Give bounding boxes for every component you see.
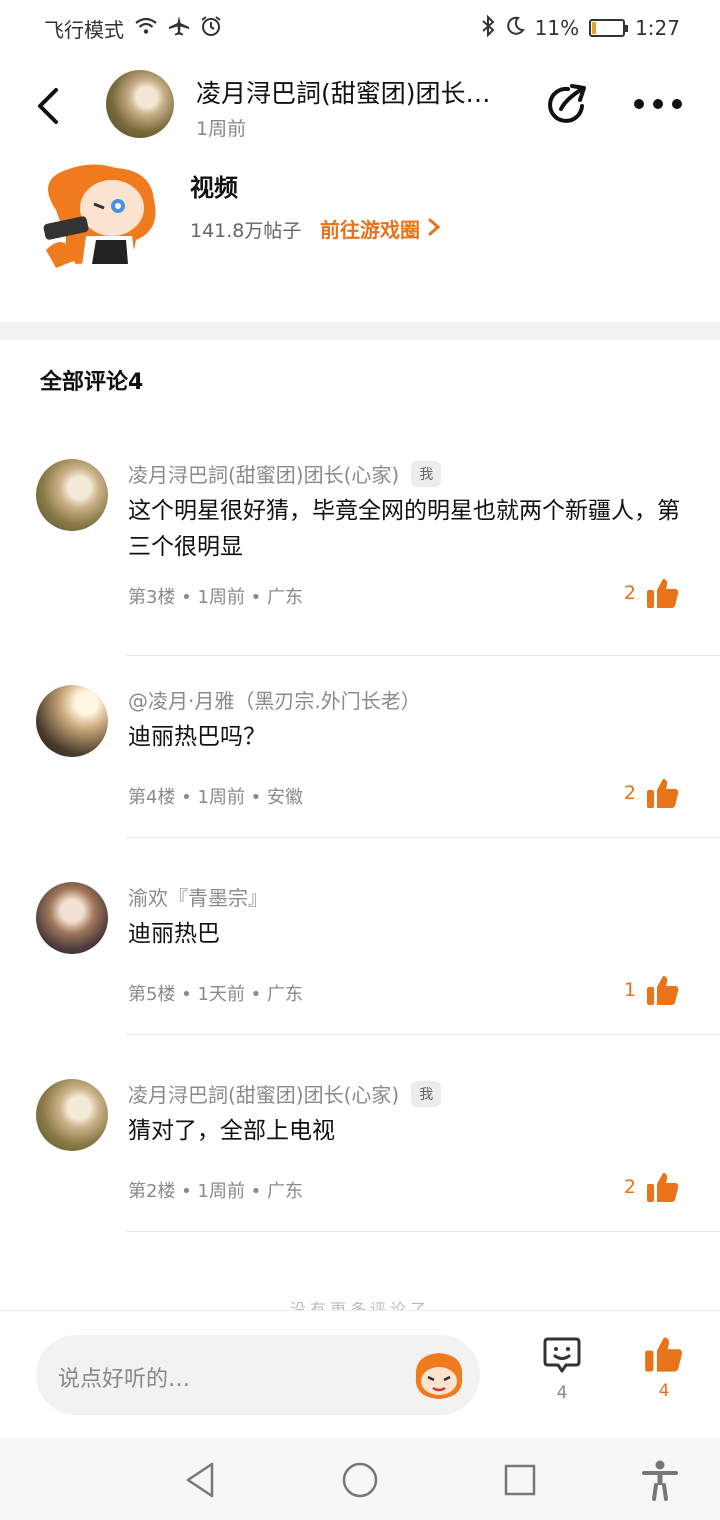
square-recents-icon — [504, 1464, 536, 1496]
comment-meta: 第5楼 • 1天前 • 广东 — [128, 984, 304, 1005]
comment-text[interactable]: 迪丽热巴 — [128, 916, 688, 952]
thumbs-up-icon — [647, 579, 679, 608]
like-count: 2 — [623, 582, 636, 604]
commenter-name[interactable]: 渝欢『青墨宗』 — [128, 882, 268, 911]
bluetooth-icon — [481, 14, 495, 42]
commenter-name[interactable]: @凌月·月雅（黑刃宗.外门长老） — [128, 685, 421, 714]
more-dot-icon — [634, 99, 644, 109]
author-avatar[interactable] — [106, 70, 174, 138]
back-button[interactable] — [34, 86, 74, 130]
accessibility-button[interactable] — [638, 1458, 682, 1502]
airplane-mode-label: 飞行模式 — [44, 17, 124, 42]
comment-item: 渝欢『青墨宗』 迪丽热巴 第5楼 • 1天前 • 广东 1 — [0, 882, 720, 1079]
section-divider — [0, 322, 720, 340]
more-dot-icon — [672, 99, 682, 109]
game-circle-card: 视频 141.8万帖子 前往游戏圈 — [0, 156, 720, 322]
battery-percent: 11% — [534, 16, 580, 40]
comment-separator — [126, 655, 720, 656]
moon-icon — [505, 16, 525, 41]
go-to-game-circle-link[interactable]: 前往游戏圈 — [320, 214, 441, 243]
comment-meta: 第3楼 • 1周前 • 广东 — [128, 587, 304, 608]
comment-separator — [126, 1231, 720, 1232]
comment-count: 4 — [556, 1383, 568, 1403]
me-badge: 我 — [411, 1080, 442, 1107]
comment-like-button[interactable]: 2 — [624, 577, 680, 609]
comments-button[interactable]: 4 — [536, 1335, 588, 1425]
wifi-icon — [134, 16, 158, 41]
commenter-name-row[interactable]: 凌月浔巴詞(甜蜜团)团长(心家) 我 — [128, 459, 442, 488]
game-mascot-image[interactable] — [36, 160, 164, 272]
comment-separator — [126, 1034, 720, 1035]
commenter-avatar[interactable] — [36, 685, 108, 757]
thumbs-up-icon — [647, 1173, 679, 1202]
chevron-left-icon — [38, 88, 58, 124]
share-button[interactable] — [544, 82, 590, 128]
commenter-name[interactable]: 凌月浔巴詞(甜蜜团)团长(心家) — [128, 459, 399, 488]
like-count: 1 — [623, 979, 636, 1001]
share-icon — [548, 84, 586, 123]
like-count: 2 — [623, 1176, 636, 1198]
post-like-count: 4 — [658, 1381, 670, 1401]
post-time: 1周前 — [196, 118, 247, 140]
comment-item: @凌月·月雅（黑刃宗.外门长老） 迪丽热巴吗？ 第4楼 • 1周前 • 安徽 2 — [0, 685, 720, 882]
commenter-name[interactable]: 凌月浔巴詞(甜蜜团)团长(心家) — [128, 1079, 399, 1108]
comment-like-button[interactable]: 2 — [624, 1171, 680, 1203]
comment-like-button[interactable]: 1 — [624, 974, 680, 1006]
thumbs-up-icon — [647, 779, 679, 808]
comment-text[interactable]: 这个明星很好猜，毕竟全网的明星也就两个新疆人，第三个很明显 — [128, 493, 688, 565]
accessibility-icon — [642, 1460, 678, 1501]
comment-bubble-icon — [543, 1337, 581, 1373]
comment-input-bar: 说点好听的… 4 4 — [0, 1310, 720, 1438]
airplane-icon — [168, 15, 190, 42]
game-post-count: 141.8万帖子 — [190, 220, 302, 242]
comment-input-placeholder: 说点好听的… — [58, 1367, 191, 1392]
commenter-avatar[interactable] — [36, 882, 108, 954]
battery-icon — [589, 19, 629, 37]
commenter-avatar[interactable] — [36, 1079, 108, 1151]
status-bar: 飞行模式 11% 1:27 — [0, 0, 720, 56]
comment-like-button[interactable]: 2 — [624, 777, 680, 809]
commenter-avatar[interactable] — [36, 459, 108, 531]
more-dot-icon — [653, 99, 663, 109]
comment-input[interactable]: 说点好听的… — [36, 1335, 480, 1415]
nav-recents-button[interactable] — [498, 1458, 542, 1502]
post-header: 凌月浔巴詞(甜蜜团)团长… 1周前 — [0, 62, 720, 152]
system-nav-bar — [0, 1438, 720, 1520]
comment-meta: 第2楼 • 1周前 • 广东 — [128, 1181, 304, 1202]
comment-text[interactable]: 迪丽热巴吗？ — [128, 719, 688, 755]
nav-home-button[interactable] — [338, 1458, 382, 1502]
author-name[interactable]: 凌月浔巴詞(甜蜜团)团长… — [196, 74, 526, 110]
commenter-name-row[interactable]: 凌月浔巴詞(甜蜜团)团长(心家) 我 — [128, 1079, 442, 1108]
mascot-emoji-icon — [415, 1353, 463, 1399]
comments-section-title: 全部评论4 — [40, 370, 144, 395]
battery-level — [592, 22, 596, 34]
like-count: 2 — [623, 782, 636, 804]
emoji-button[interactable] — [408, 1347, 470, 1405]
comment-item: 凌月浔巴詞(甜蜜团)团长(心家) 我 猜对了，全部上电视 第2楼 • 1周前 •… — [0, 1079, 720, 1276]
commenter-name-row[interactable]: @凌月·月雅（黑刃宗.外门长老） — [128, 685, 421, 714]
circle-home-icon — [342, 1462, 378, 1498]
me-badge: 我 — [411, 460, 442, 487]
chevron-right-icon — [428, 218, 441, 236]
comment-separator — [126, 837, 720, 838]
game-name: 视频 — [190, 174, 238, 202]
comment-item: 凌月浔巴詞(甜蜜团)团长(心家) 我 这个明星很好猜，毕竟全网的明星也就两个新疆… — [0, 459, 720, 656]
triangle-back-icon — [186, 1462, 214, 1498]
like-post-button[interactable]: 4 — [638, 1335, 690, 1425]
thumbs-up-icon — [647, 976, 679, 1005]
commenter-name-row[interactable]: 渝欢『青墨宗』 — [128, 882, 268, 911]
comment-meta: 第4楼 • 1周前 • 安徽 — [128, 787, 304, 808]
more-options-button[interactable] — [634, 92, 682, 116]
thumbs-up-icon — [645, 1337, 682, 1372]
comment-text[interactable]: 猜对了，全部上电视 — [128, 1113, 688, 1149]
alarm-icon — [200, 15, 222, 42]
go-to-game-circle-label: 前往游戏圈 — [320, 218, 420, 242]
nav-back-button[interactable] — [180, 1458, 224, 1502]
clock: 1:27 — [635, 16, 680, 40]
